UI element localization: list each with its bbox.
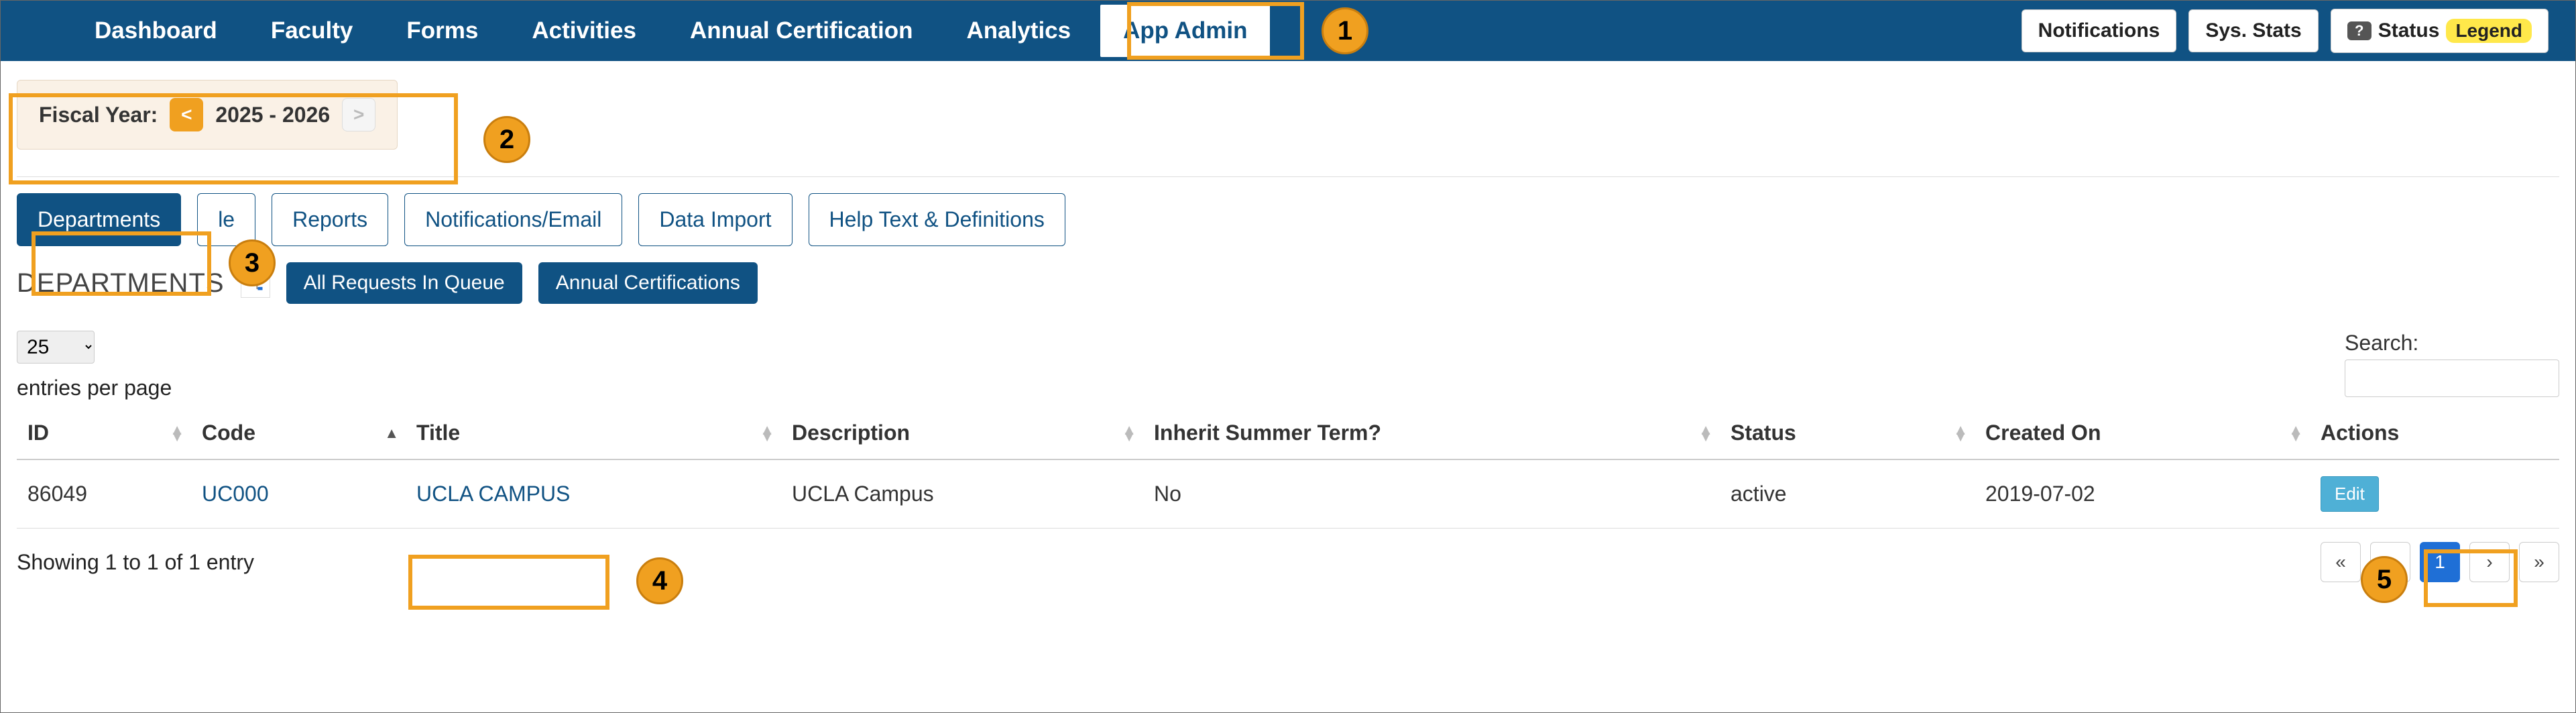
sort-icon: ▲▼ [1953,427,1968,440]
nav-activities[interactable]: Activities [505,1,663,61]
col-status-label: Status [1731,421,1796,445]
table-info: Showing 1 to 1 of 1 entry [17,550,254,575]
pager-last[interactable]: » [2519,542,2559,582]
fiscal-year-label: Fiscal Year: [39,103,158,127]
admin-tab-notifications-email[interactable]: Notifications/Email [404,193,622,246]
legend-pill: Legend [2446,19,2532,43]
sort-icon: ▲▼ [2288,427,2303,440]
admin-tab-help-text[interactable]: Help Text & Definitions [809,193,1065,246]
callout-1: 1 [1322,7,1368,54]
pager-first[interactable]: « [2321,542,2361,582]
col-created-label: Created On [1985,421,2101,445]
nav-app-admin[interactable]: App Admin [1100,5,1270,57]
top-nav-left: Dashboard Faculty Forms Activities Annua… [68,1,1273,61]
col-actions-label: Actions [2321,421,2399,445]
col-id-label: ID [27,421,49,445]
callout-2: 2 [483,116,530,163]
departments-table: ID ▲▼ Code ▲ Title ▲▼ Description ▲▼ Inherit… [17,407,2559,529]
pager-next[interactable]: › [2469,542,2510,582]
callout-5: 5 [2361,556,2408,603]
col-inherit[interactable]: Inherit Summer Term? ▲▼ [1143,407,1720,459]
fiscal-year-range: 2025 - 2026 [215,103,330,127]
edit-button[interactable]: Edit [2321,476,2379,512]
fiscal-year-next-button: > [342,98,375,131]
admin-tab-reports[interactable]: Reports [272,193,388,246]
search-wrap: Search: [2345,331,2559,397]
sort-icon: ▲▼ [760,427,774,440]
nav-annual-certification[interactable]: Annual Certification [663,1,940,61]
col-code-label: Code [202,421,255,445]
all-requests-in-queue-button[interactable]: All Requests In Queue [286,262,522,304]
dept-title-link[interactable]: UCLA CAMPUS [416,482,570,506]
pager-page-1[interactable]: 1 [2420,542,2460,582]
col-id[interactable]: ID ▲▼ [17,407,191,459]
fiscal-year-prev-button[interactable]: < [170,98,203,131]
admin-tab-departments[interactable]: Departments [17,193,181,246]
cell-status: active [1720,459,1975,529]
cell-created: 2019-07-02 [1975,459,2310,529]
top-nav: Dashboard Faculty Forms Activities Annua… [1,1,2575,61]
dept-code-link[interactable]: UC000 [202,482,269,506]
table-controls: 25 entries per page Search: [17,331,2559,400]
section-title: DEPARTMENTS [17,268,225,298]
search-input[interactable] [2345,360,2559,397]
annual-certifications-button[interactable]: Annual Certifications [538,262,758,304]
callout-3: 3 [229,239,276,286]
col-code[interactable]: Code ▲ [191,407,406,459]
admin-subtabs: Departments le Reports Notifications/Ema… [17,193,2559,246]
col-title-label: Title [416,421,460,445]
page-length-select[interactable]: 25 [17,331,95,364]
col-description-label: Description [792,421,910,445]
status-label: Status [2378,19,2440,42]
table-footer: Showing 1 to 1 of 1 entry « ‹ 1 › » [17,542,2559,582]
cell-id: 86049 [17,459,191,529]
cell-description: UCLA Campus [781,459,1143,529]
nav-faculty[interactable]: Faculty [244,1,380,61]
callout-4: 4 [636,557,683,604]
divider [17,176,2559,177]
section-header: DEPARTMENTS All Requests In Queue Annual… [17,262,2559,304]
notifications-button[interactable]: Notifications [2022,9,2177,52]
col-created[interactable]: Created On ▲▼ [1975,407,2310,459]
help-icon: ? [2347,21,2372,40]
nav-forms[interactable]: Forms [379,1,505,61]
sort-icon: ▲▼ [170,427,184,440]
admin-tab-people-partial[interactable]: le [197,193,255,246]
table-row: 86049 UC000 UCLA CAMPUS UCLA Campus No a… [17,459,2559,529]
page-length-wrap: 25 [17,331,172,364]
col-title[interactable]: Title ▲▼ [406,407,781,459]
sort-icon: ▲▼ [1698,427,1713,440]
top-nav-right: Notifications Sys. Stats ? Status Legend [2022,9,2549,53]
page-length-label: entries per page [17,376,172,400]
nav-analytics[interactable]: Analytics [939,1,1098,61]
col-actions: Actions [2310,407,2559,459]
fiscal-year-panel: Fiscal Year: < 2025 - 2026 > [17,80,398,150]
search-label: Search: [2345,331,2559,355]
sort-asc-icon: ▲ [384,430,399,437]
status-legend-button[interactable]: ? Status Legend [2331,9,2549,53]
nav-dashboard[interactable]: Dashboard [68,1,244,61]
col-description[interactable]: Description ▲▼ [781,407,1143,459]
col-status[interactable]: Status ▲▼ [1720,407,1975,459]
content-area: Fiscal Year: < 2025 - 2026 > Departments… [1,61,2575,598]
col-inherit-label: Inherit Summer Term? [1154,421,1381,445]
sys-stats-button[interactable]: Sys. Stats [2188,9,2318,52]
admin-tab-data-import[interactable]: Data Import [638,193,792,246]
cell-inherit: No [1143,459,1720,529]
pager: « ‹ 1 › » [2321,542,2559,582]
sort-icon: ▲▼ [1122,427,1136,440]
